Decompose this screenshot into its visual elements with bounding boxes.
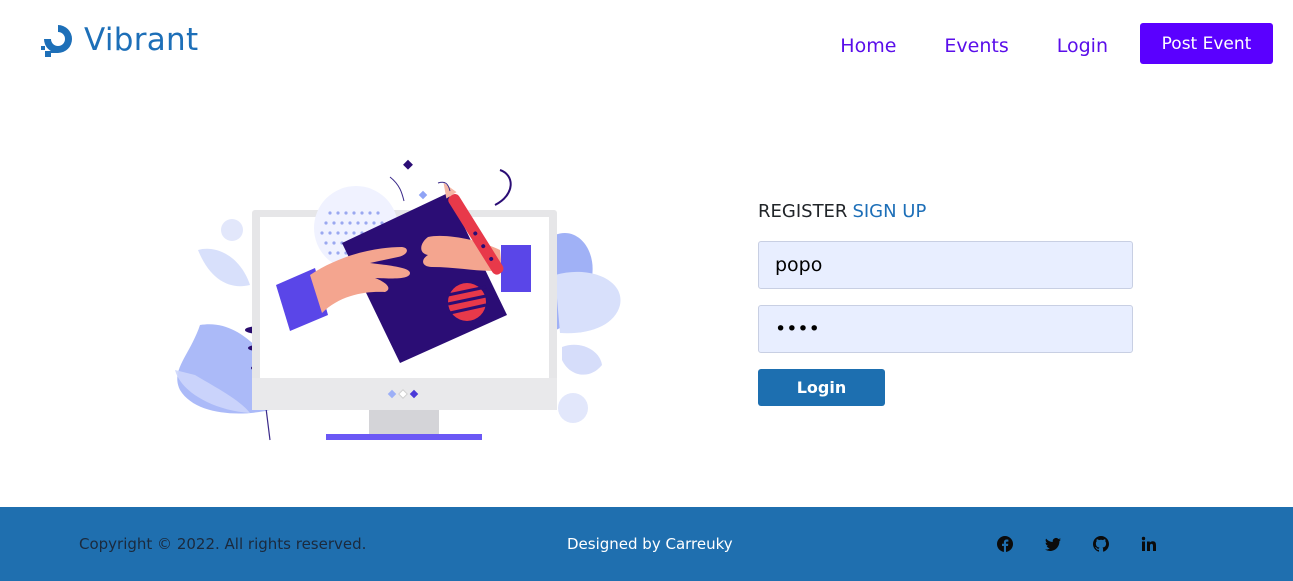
- site-footer: Copyright © 2022. All rights reserved. D…: [0, 507, 1293, 581]
- github-link[interactable]: [1090, 533, 1112, 555]
- register-label: REGISTER: [758, 200, 848, 222]
- nav-events-link[interactable]: Events: [944, 35, 1008, 57]
- designer-computer-illustration: [175, 159, 621, 441]
- twitter-icon: [1045, 537, 1061, 551]
- designed-by-text: Designed by Carreuky: [567, 535, 733, 553]
- social-links: [994, 507, 1186, 581]
- copyright-text: Copyright © 2022. All rights reserved.: [79, 535, 367, 553]
- brand-logo-link[interactable]: Vibrant: [40, 20, 198, 60]
- vibrant-logo-icon: [41, 25, 72, 57]
- twitter-link[interactable]: [1042, 533, 1064, 555]
- facebook-icon: [997, 536, 1013, 552]
- login-button[interactable]: Login: [758, 369, 885, 406]
- username-input[interactable]: [758, 241, 1133, 289]
- nav-login-link[interactable]: Login: [1057, 35, 1108, 57]
- login-form: REGISTER SIGN UP Login: [758, 198, 1134, 406]
- brand-name: Vibrant: [84, 22, 199, 58]
- main-nav: Home Events Login Post Event: [840, 23, 1273, 64]
- github-icon: [1093, 536, 1109, 552]
- password-input[interactable]: [758, 305, 1133, 353]
- linkedin-link[interactable]: [1138, 533, 1160, 555]
- linkedin-icon: [1141, 536, 1156, 551]
- form-title: REGISTER SIGN UP: [758, 198, 1134, 224]
- facebook-link[interactable]: [994, 533, 1016, 555]
- post-event-button[interactable]: Post Event: [1140, 23, 1273, 64]
- sign-up-link[interactable]: SIGN UP: [852, 201, 926, 222]
- site-header: Vibrant Home Events Login Post Event: [0, 0, 1293, 86]
- nav-home-link[interactable]: Home: [840, 35, 896, 57]
